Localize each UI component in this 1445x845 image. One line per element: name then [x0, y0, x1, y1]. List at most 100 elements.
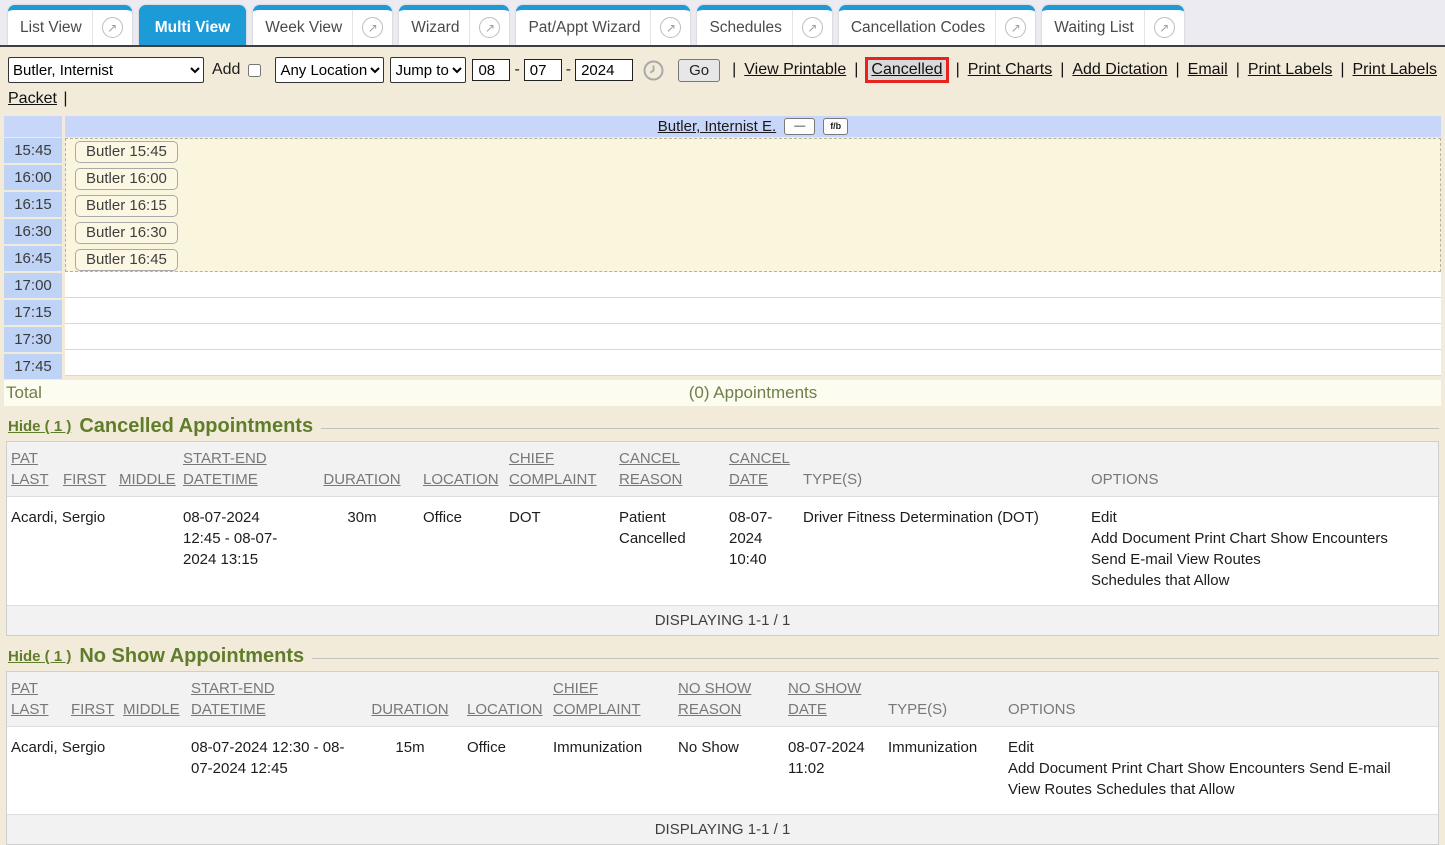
open-slot-button[interactable]: Butler 16:30: [75, 222, 178, 244]
clock-icon[interactable]: [643, 60, 664, 81]
table-header-row: PAT LAST FIRST MIDDLE START-END DATETIME…: [7, 672, 1438, 727]
col-location[interactable]: LOCATION: [419, 442, 505, 497]
print-charts-link[interactable]: Print Charts: [968, 61, 1052, 79]
tab-multi-view[interactable]: Multi View: [139, 5, 247, 45]
col-cancel-date[interactable]: CANCEL DATE: [725, 442, 799, 497]
provider-column-header: Butler, Internist E. — f/b: [65, 116, 1441, 137]
time-slot-label: 16:30: [4, 219, 62, 244]
cancelled-link-highlight: Cancelled: [868, 60, 945, 80]
col-pat-last[interactable]: PAT LAST: [7, 672, 67, 727]
col-duration[interactable]: DURATION: [357, 672, 463, 727]
provider-header-link[interactable]: Butler, Internist E.: [658, 118, 776, 135]
time-slot-label: 15:45: [4, 138, 62, 163]
provider-select[interactable]: Butler, Internist: [8, 57, 204, 83]
open-slot-button[interactable]: Butler 16:15: [75, 195, 178, 217]
date-year-input[interactable]: [575, 59, 633, 81]
date-day-input[interactable]: [524, 59, 562, 81]
cancelled-link[interactable]: Cancelled: [871, 61, 942, 78]
open-new-window-icon[interactable]: [802, 17, 823, 38]
go-button[interactable]: Go: [678, 59, 720, 82]
duration: 30m: [305, 497, 419, 606]
col-location[interactable]: LOCATION: [463, 672, 549, 727]
col-chief-complaint[interactable]: CHIEF COMPLAINT: [549, 672, 674, 727]
date-month-input[interactable]: [472, 59, 510, 81]
tab-schedules[interactable]: Schedules: [697, 5, 831, 45]
edit-link[interactable]: Edit: [1008, 737, 1434, 758]
empty-schedule-row: [65, 272, 1441, 298]
col-chief-complaint[interactable]: CHIEF COMPLAINT: [505, 442, 615, 497]
add-checkbox[interactable]: [248, 63, 261, 78]
provider-available-zone: Butler 15:45 Butler 16:00 Butler 16:15 B…: [65, 138, 1441, 272]
time-slot-label: 17:15: [4, 300, 62, 325]
open-new-window-icon[interactable]: [102, 17, 123, 38]
open-slot-button[interactable]: Butler 16:00: [75, 168, 178, 190]
edit-link[interactable]: Edit: [1091, 507, 1434, 528]
col-start-end[interactable]: START-END DATETIME: [179, 442, 305, 497]
open-new-window-icon[interactable]: [660, 17, 681, 38]
col-start-end[interactable]: START-END DATETIME: [187, 672, 357, 727]
options-links[interactable]: Schedules that Allow: [1091, 570, 1434, 591]
options-links[interactable]: Add Document Print Chart Show Encounters: [1091, 528, 1434, 549]
divider: [312, 658, 1439, 659]
open-new-window-icon[interactable]: [1154, 17, 1175, 38]
open-new-window-icon[interactable]: [1005, 17, 1026, 38]
noshow-section-title: No Show Appointments: [79, 645, 304, 668]
cancelled-appointments-table: PAT LAST FIRST MIDDLE START-END DATETIME…: [7, 442, 1438, 635]
col-duration[interactable]: DURATION: [305, 442, 419, 497]
appointment-types: Driver Fitness Determination (DOT): [799, 497, 1087, 606]
hide-cancelled-link[interactable]: Hide ( 1 ): [8, 418, 71, 435]
jump-to-select[interactable]: Jump to: [390, 57, 466, 83]
col-first[interactable]: FIRST: [59, 442, 115, 497]
patient-name: Acardi, Sergio: [7, 497, 179, 606]
location-select[interactable]: Any Location: [275, 57, 384, 83]
noshow-reason: No Show: [674, 727, 784, 815]
tab-wizard[interactable]: Wizard: [399, 5, 509, 45]
open-slot-button[interactable]: Butler 16:45: [75, 249, 178, 271]
cancel-reason: Patient Cancelled: [615, 497, 725, 606]
tab-pat-appt-wizard[interactable]: Pat/Appt Wizard: [516, 5, 690, 45]
open-new-window-icon[interactable]: [479, 17, 500, 38]
start-end-datetime: 08-07-2024 12:45 - 08-07-2024 13:15: [179, 497, 305, 606]
col-options: OPTIONS: [1004, 672, 1438, 727]
noshow-appointment-row: Acardi, Sergio 08-07-2024 12:30 - 08-07-…: [7, 727, 1438, 815]
print-labels-packet-link[interactable]: Print Labels: [1353, 61, 1438, 79]
noshow-appointments-section: Hide ( 1 ) No Show Appointments PAT LAST…: [6, 645, 1439, 845]
forward-back-button[interactable]: f/b: [823, 118, 848, 135]
total-row: Total (0) Appointments: [4, 380, 1441, 406]
col-noshow-date[interactable]: NO SHOW DATE: [784, 672, 884, 727]
col-types: TYPE(S): [884, 672, 1004, 727]
displaying-count: DISPLAYING 1-1 / 1: [7, 606, 1438, 636]
col-first[interactable]: FIRST: [67, 672, 119, 727]
time-slot-label: 17:45: [4, 354, 62, 379]
hide-noshow-link[interactable]: Hide ( 1 ): [8, 648, 71, 665]
add-dictation-link[interactable]: Add Dictation: [1072, 61, 1167, 79]
tab-cancellation-codes[interactable]: Cancellation Codes: [839, 5, 1035, 45]
tab-list-view[interactable]: List View: [8, 5, 132, 45]
tab-week-view[interactable]: Week View: [253, 5, 392, 45]
time-slot-label: 16:45: [4, 246, 62, 271]
open-slot-button[interactable]: Butler 15:45: [75, 141, 178, 163]
divider: [321, 428, 1439, 429]
options-links[interactable]: Send E-mail View Routes: [1091, 549, 1434, 570]
options-links[interactable]: Add Document Print Chart Show Encounters…: [1008, 758, 1434, 779]
view-printable-link[interactable]: View Printable: [744, 61, 846, 79]
print-labels-packet-link-wrapped[interactable]: Packet: [8, 90, 57, 107]
col-pat-last[interactable]: PAT LAST: [7, 442, 59, 497]
options-links[interactable]: View Routes Schedules that Allow: [1008, 779, 1434, 800]
email-link[interactable]: Email: [1188, 61, 1228, 79]
col-noshow-reason[interactable]: NO SHOW REASON: [674, 672, 784, 727]
col-types: TYPE(S): [799, 442, 1087, 497]
location: Office: [419, 497, 505, 606]
time-slot-label: 17:00: [4, 273, 62, 298]
tab-waiting-list[interactable]: Waiting List: [1042, 5, 1184, 45]
date-separator: -: [514, 61, 519, 79]
minimize-column-button[interactable]: —: [784, 118, 815, 135]
col-middle[interactable]: MIDDLE: [119, 672, 187, 727]
print-labels-link[interactable]: Print Labels: [1248, 61, 1333, 79]
col-middle[interactable]: MIDDLE: [115, 442, 179, 497]
open-new-window-icon[interactable]: [362, 17, 383, 38]
col-cancel-reason[interactable]: CANCEL REASON: [615, 442, 725, 497]
provider-schedule-column: Butler 15:45 Butler 16:00 Butler 16:15 B…: [65, 138, 1441, 379]
table-footer-row: DISPLAYING 1-1 / 1: [7, 815, 1438, 845]
displaying-count: DISPLAYING 1-1 / 1: [7, 815, 1438, 845]
